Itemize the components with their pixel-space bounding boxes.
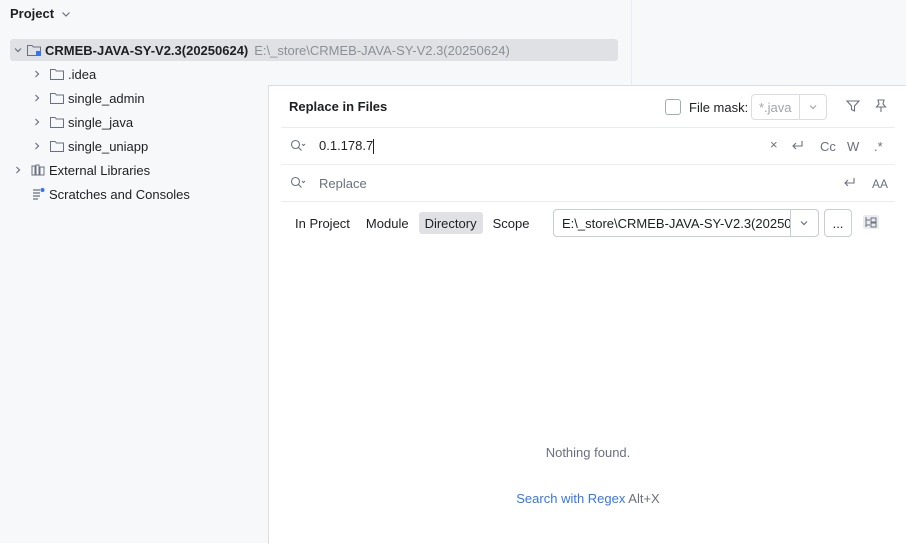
- project-title-label: Project: [10, 6, 55, 21]
- divider: [281, 127, 895, 128]
- search-with-regex-link[interactable]: Search with Regex: [516, 491, 625, 506]
- tree-item-label: single_java: [68, 114, 134, 130]
- tab-scope[interactable]: Scope: [487, 212, 536, 234]
- preserve-case-toggle[interactable]: AA: [872, 177, 888, 191]
- tree-item-label: External Libraries: [49, 162, 151, 178]
- new-line-icon[interactable]: [790, 139, 806, 156]
- tree-item-external-libraries[interactable]: External Libraries: [10, 159, 150, 181]
- tree-item-idea[interactable]: .idea: [29, 63, 96, 85]
- chevron-right-icon[interactable]: [29, 114, 45, 130]
- library-icon: [30, 162, 46, 178]
- tree-item-scratches[interactable]: Scratches and Consoles: [30, 183, 190, 205]
- dialog-title: Replace in Files: [289, 99, 388, 114]
- replace-history-icon[interactable]: [289, 175, 307, 194]
- replace-input[interactable]: Replace: [319, 176, 367, 191]
- folder-icon: [49, 66, 65, 82]
- words-toggle[interactable]: W: [847, 139, 859, 154]
- folder-icon: [49, 90, 65, 106]
- divider: [281, 201, 895, 202]
- tree-item-root-path: E:\_store\CRMEB-JAVA-SY-V2.3(20250624): [254, 42, 510, 58]
- chevron-right-icon[interactable]: [29, 66, 45, 82]
- search-input[interactable]: 0.1.178.7: [319, 138, 375, 155]
- tree-item-label: .idea: [68, 66, 97, 82]
- tree-item-single-java[interactable]: single_java: [29, 111, 133, 133]
- pin-icon[interactable]: [873, 98, 889, 117]
- replace-in-files-dialog: Replace in Files File mask: *.java 0.1.1…: [268, 85, 906, 544]
- new-line-icon[interactable]: [842, 176, 858, 193]
- tree-item-single-uniapp[interactable]: single_uniapp: [29, 135, 148, 157]
- search-input-value: 0.1.178.7: [319, 138, 374, 153]
- chevron-right-icon[interactable]: [29, 138, 45, 154]
- regex-toggle[interactable]: .*: [874, 139, 883, 154]
- regex-shortcut: Alt+X: [628, 491, 660, 506]
- tree-item-root[interactable]: CRMEB-JAVA-SY-V2.3(20250624) E:\_store\C…: [10, 39, 618, 61]
- search-history-icon[interactable]: [289, 138, 307, 157]
- regex-hint: Search with Regex Alt+X: [269, 491, 906, 506]
- tree-item-label: Scratches and Consoles: [49, 186, 190, 202]
- tree-item-label: single_uniapp: [68, 138, 149, 154]
- empty-message: Nothing found.: [545, 445, 631, 460]
- file-mask-label: File mask:: [689, 99, 749, 115]
- tab-directory[interactable]: Directory: [418, 212, 483, 234]
- file-mask-value: *.java: [759, 99, 792, 115]
- directory-combo[interactable]: E:\_store\CRMEB-JAVA-SY-V2.3(20250624): [553, 209, 819, 237]
- file-mask-checkbox[interactable]: [665, 99, 681, 115]
- recursive-icon[interactable]: [862, 214, 880, 233]
- chevron-down-icon: [62, 11, 71, 17]
- tree-item-root-label: CRMEB-JAVA-SY-V2.3(20250624): [45, 42, 249, 58]
- scope-tabs: In Project Module Directory Scope: [289, 212, 535, 234]
- match-case-toggle[interactable]: Cc: [820, 139, 836, 154]
- file-mask-toggle[interactable]: File mask:: [665, 99, 748, 115]
- tree-item-label: single_admin: [68, 90, 145, 106]
- project-title[interactable]: Project: [10, 6, 72, 21]
- replace-placeholder: Replace: [319, 176, 367, 191]
- scratches-icon: [30, 186, 46, 202]
- chevron-right-icon[interactable]: [10, 162, 26, 178]
- folder-icon: [49, 138, 65, 154]
- tree-item-single-admin[interactable]: single_admin: [29, 87, 145, 109]
- chevron-down-icon[interactable]: [790, 210, 817, 236]
- tab-in-project[interactable]: In Project: [289, 212, 356, 234]
- directory-value: E:\_store\CRMEB-JAVA-SY-V2.3(20250624): [562, 215, 790, 231]
- chevron-down-icon[interactable]: [10, 42, 26, 58]
- file-mask-combo[interactable]: *.java: [751, 94, 827, 120]
- chevron-down-icon[interactable]: [799, 95, 826, 119]
- chevron-right-icon[interactable]: [29, 90, 45, 106]
- text-cursor: [373, 139, 375, 155]
- folder-icon: [49, 114, 65, 130]
- browse-button[interactable]: ...: [824, 209, 852, 237]
- module-folder-icon: [26, 42, 42, 58]
- tab-module[interactable]: Module: [360, 212, 415, 234]
- clear-icon[interactable]: ×: [770, 137, 778, 152]
- divider: [281, 164, 895, 165]
- filter-icon[interactable]: [845, 98, 861, 117]
